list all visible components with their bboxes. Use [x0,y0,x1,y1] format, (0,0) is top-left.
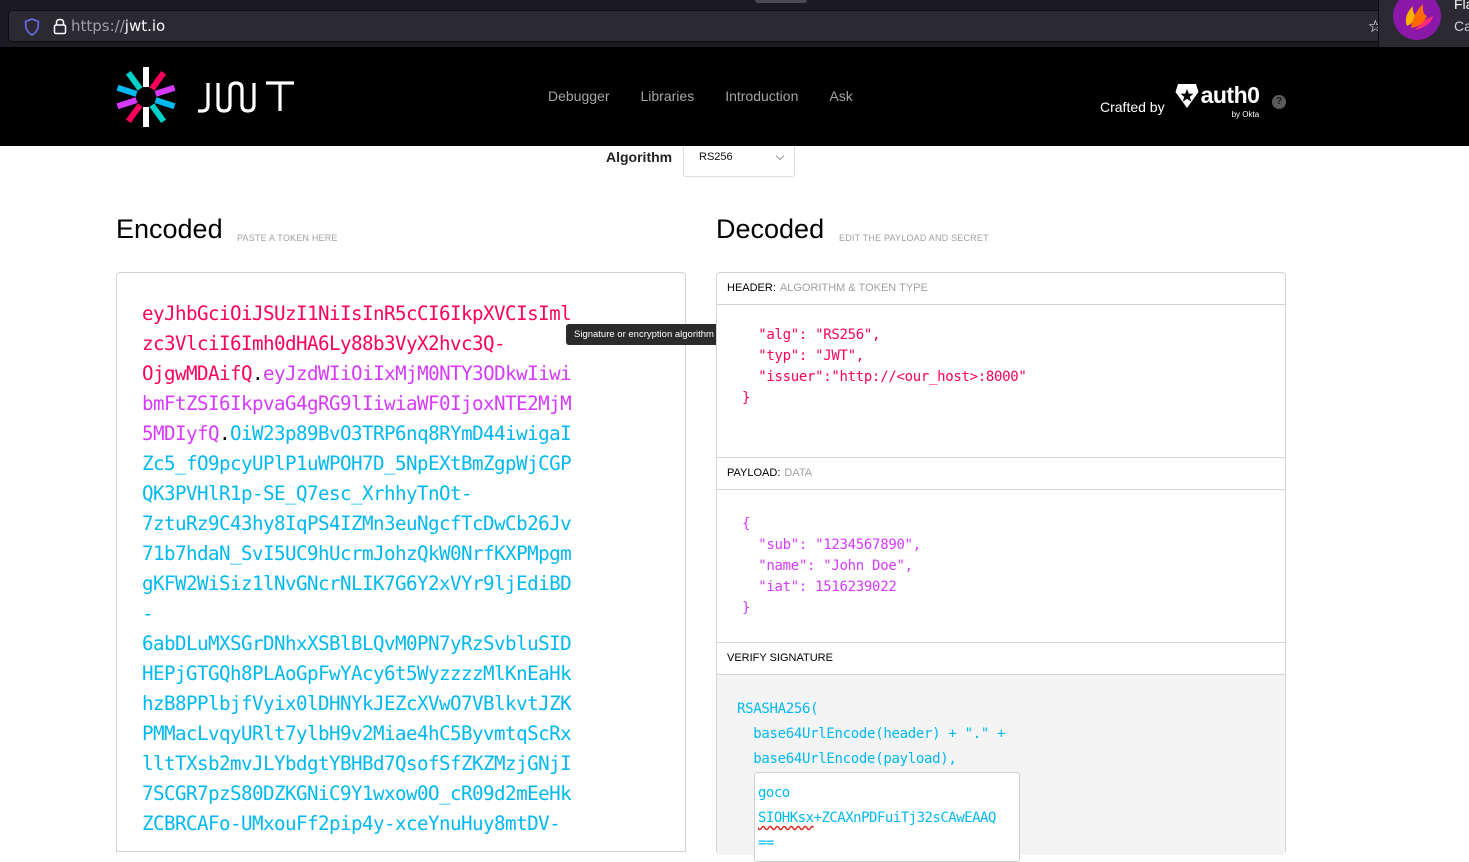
token-signature-part: 7SCGR7pzS80DZKGNiC9Y1wxow0O_cR09d2mEeHk [142,782,572,805]
verify-signature-title: VERIFY SIGNATURE [717,643,1285,675]
token-payload-part: bmFtZSI6IkpvaG4gRG9lIiwiaWF0IjoxNTE2MjM [142,392,572,415]
token-header-part: OjgwMDAifQ [142,362,253,385]
chevron-down-icon [775,151,785,161]
encoded-title: Encoded [116,214,223,244]
public-key-input[interactable]: goco SIOHKsx+ZCAXnPDFuiTj32sCAwEAAQ == [754,772,1020,862]
nav-libraries[interactable]: Libraries [641,88,695,104]
token-line: PMMacLvqyURlt7ylbH9v2Miae4hC5ByvmtqScRx [142,719,622,749]
auth0-logo[interactable]: auth0 by Okta [1175,82,1265,123]
token-dot: . [252,362,264,385]
extension-subtitle: Ca [1454,18,1469,34]
site-header: Debugger Libraries Introduction Ask Craf… [0,47,1469,146]
token-header-part: eyJhbGciOiJSUzI1NiIsInR5cCI6IkpXVCIsIml [142,302,572,325]
token-line: Zc5_fO9pcyUPlP1uWPOH7D_5NpEXtBmZgpWjCGP [142,449,622,479]
token-signature-part: 71b7hdaN_SvI5UC9hUcrmJohzQkW0NrfKXPMpgm [142,542,572,565]
encoded-token-input[interactable]: eyJhbGciOiJSUzI1NiIsInR5cCI6IkpXVCIsIml z… [116,272,686,852]
flame-extension-icon [1393,0,1441,40]
token-line: bmFtZSI6IkpvaG4gRG9lIiwiaWF0IjoxNTE2MjM [142,389,622,419]
crafted-by-auth0[interactable]: Crafted by auth0 by Okta [1100,82,1265,123]
algorithm-value: RS256 [699,151,733,163]
jwt-logo[interactable] [116,67,296,127]
nav-ask[interactable]: Ask [829,88,852,104]
token-payload-part: eyJzdWIiOiIxMjM0NTY3ODkwIiwi [263,362,572,385]
encoded-subtitle: PASTE A TOKEN HERE [237,233,338,243]
algorithm-tooltip: Signature or encryption algorithm [566,324,736,345]
auth0-shield-icon [1175,84,1199,108]
jwt-asterisk-icon [116,67,176,127]
decoded-subtitle: EDIT THE PAYLOAD AND SECRET [839,233,989,243]
token-signature-part: gKFW2WiSiz1lNvGNcrNLIK7G6Y2xVYr9ljEdiBD [142,572,572,595]
token-line: eyJhbGciOiJSUzI1NiIsInR5cCI6IkpXVCIsIml [142,299,622,329]
lock-icon[interactable] [53,18,67,35]
spellcheck-error: SIOHKsx [758,810,814,826]
token-signature-part: 6abDLuMXSGrDNhxXSBlBLQvM0PN7yRzSvbluSID [142,632,572,655]
token-header-part: zc3VlciI6Imh0dHA6Ly88b3VyX2hvc3Q- [142,332,506,355]
nav-introduction[interactable]: Introduction [725,88,798,104]
verify-signature-body: RSASHA256( base64UrlEncode(header) + "."… [717,675,1285,862]
token-line: 7SCGR7pzS80DZKGNiC9Y1wxow0O_cR09d2mEeHk [142,779,622,809]
by-okta: by Okta [1231,110,1260,119]
encoded-token-text[interactable]: eyJhbGciOiJSUzI1NiIsInR5cCI6IkpXVCIsIml z… [142,299,622,839]
help-icon[interactable]: ? [1272,95,1286,109]
algorithm-label: Algorithm [606,149,673,165]
token-line: 5MDIyfQ.OiW23p89BvO3TRP6nq8RYmD44iwigaI [142,419,622,449]
main-nav: Debugger Libraries Introduction Ask [548,88,884,104]
token-signature-part: 7ztuRz9C43hy8IqPS4IZMn3euNgcfTcDwCb26Jv [142,512,572,535]
crafted-by-label: Crafted by [1100,99,1165,115]
token-line: gKFW2WiSiz1lNvGNcrNLIK7G6Y2xVYr9ljEdiBD [142,569,622,599]
token-line: 6abDLuMXSGrDNhxXSBlBLQvM0PN7yRzSvbluSID [142,629,622,659]
token-signature-part: PMMacLvqyURlt7ylbH9v2Miae4hC5ByvmtqScRx [142,722,572,745]
token-signature-part: hzB8PPlbjfVyix0lDHNYkJEZcXVwO7VBlkvtJZK [142,692,572,715]
header-json-editor[interactable]: "alg": "RS256", "typ": "JWT", "issuer":"… [742,325,1027,409]
auth0-wordmark: auth0 [1200,82,1260,108]
token-signature-part: QK3PVHlR1p-SE_Q7esc_XrhhyTnOt- [142,482,473,505]
token-line: OjgwMDAifQ.eyJzdWIiOiIxMjM0NTY3ODkwIiwi [142,359,622,389]
token-signature-part: HEPjGTGQh8PLAoGpFwYAcy6t5WyzzzzMlKnEaHk [142,662,572,685]
token-line: QK3PVHlR1p-SE_Q7esc_XrhhyTnOt- [142,479,622,509]
token-line: HEPjGTGQh8PLAoGpFwYAcy6t5WyzzzzMlKnEaHk [142,659,622,689]
token-signature-part: Zc5_fO9pcyUPlP1uWPOH7D_5NpEXtBmZgpWjCGP [142,452,572,475]
decoded-panel: HEADER: ALGORITHM & TOKEN TYPE "alg": "RS… [716,272,1286,862]
payload-section-title: PAYLOAD: DATA [717,458,1285,490]
nav-debugger[interactable]: Debugger [548,88,610,104]
token-signature-part: - [142,602,154,625]
tab-strip-handle[interactable] [755,0,807,3]
verify-signature-code: RSASHA256( base64UrlEncode(header) + "."… [737,701,1006,767]
token-line: - [142,599,622,629]
token-line: hzB8PPlbjfVyix0lDHNYkJEZcXVwO7VBlkvtJZK [142,689,622,719]
payload-json-editor[interactable]: { "sub": "1234567890", "name": "John Doe… [742,514,921,619]
token-signature-part: OiW23p89BvO3TRP6nq8RYmD44iwigaI [230,422,572,445]
extension-title: Fla [1454,0,1469,12]
token-line: 71b7hdaN_SvI5UC9hUcrmJohzQkW0NrfKXPMpgm [142,539,622,569]
header-section-title: HEADER: ALGORITHM & TOKEN TYPE [717,273,1285,305]
decoded-title: Decoded [716,214,825,244]
extension-popup[interactable]: Fla Ca [1378,0,1469,52]
token-signature-part: ZCBRCAFo-UMxouFf2pip4y-xceYnuHuy8mtDV- [142,812,561,835]
token-line: lltTXsb2mvJLYbdgtYBHBd7QsofSfZKZMzjGNjI [142,749,622,779]
token-payload-part: 5MDIyfQ [142,422,220,445]
browser-toolbar: https://jwt.io ☆ Fla Ca [0,0,1469,52]
token-line: zc3VlciI6Imh0dHA6Ly88b3VyX2hvc3Q- [142,329,622,359]
tracking-protection-shield-icon[interactable] [24,18,40,36]
token-line: 7ztuRz9C43hy8IqPS4IZMn3euNgcfTcDwCb26Jv [142,509,622,539]
algorithm-select[interactable]: RS256 [683,146,795,177]
url-text[interactable]: https://jwt.io [71,17,165,35]
token-dot: . [219,422,231,445]
token-signature-part: lltTXsb2mvJLYbdgtYBHBd7QsofSfZKZMzjGNjI [142,752,572,775]
token-line: ZCBRCAFo-UMxouFf2pip4y-xceYnuHuy8mtDV- [142,809,622,839]
address-bar[interactable]: https://jwt.io ☆ [8,10,1396,42]
